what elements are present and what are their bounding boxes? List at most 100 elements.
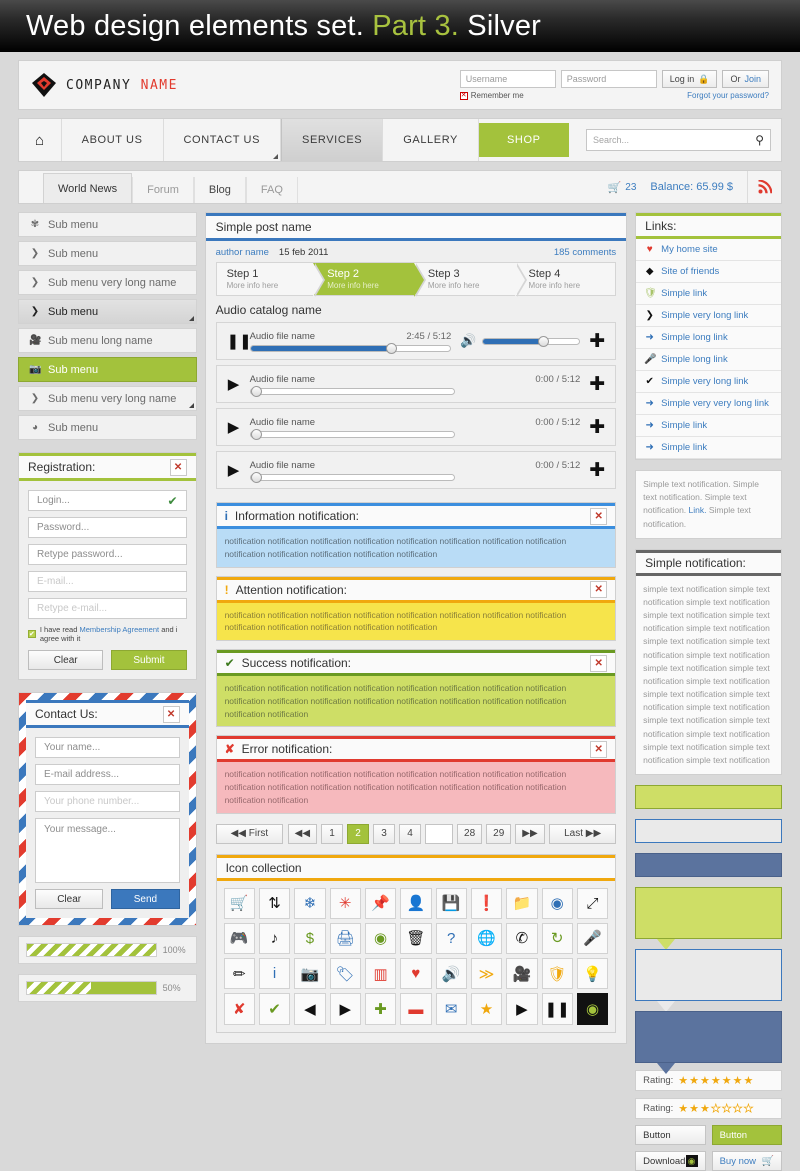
icon-cell[interactable]: i: [258, 958, 291, 990]
volume-slider[interactable]: [482, 335, 581, 347]
join-button[interactable]: Or Join: [722, 70, 769, 88]
icon-cell[interactable]: 🏷: [329, 958, 361, 990]
icon-cell[interactable]: 🎤: [576, 922, 609, 955]
retype-email-field[interactable]: Retype e-mail...: [28, 598, 187, 619]
search-input[interactable]: Search... ⚲: [586, 129, 771, 151]
add-icon[interactable]: ✚: [589, 418, 605, 437]
star-filled-icon[interactable]: ★: [700, 1074, 710, 1087]
icon-cell[interactable]: ▥: [364, 958, 397, 990]
sidebar-item-1[interactable]: ❯ Sub menu: [18, 241, 197, 266]
audio-seek-slider[interactable]: [249, 428, 455, 440]
icon-cell[interactable]: 👤: [400, 887, 432, 919]
membership-agreement-link[interactable]: Membership Agreement: [79, 625, 159, 634]
audio-seek-slider[interactable]: [249, 471, 455, 483]
tab-world-news[interactable]: World News: [43, 173, 133, 203]
icon-cell[interactable]: 🎮: [223, 922, 255, 955]
sidebar-item-7[interactable]: ◕ Sub menu: [18, 415, 197, 440]
green-button[interactable]: Button: [711, 1125, 783, 1146]
contact-send-button[interactable]: Send: [111, 889, 180, 909]
forgot-password-link[interactable]: Forgot your password?: [687, 91, 769, 100]
pagination-page-1[interactable]: 1: [321, 823, 344, 844]
rating-partial[interactable]: Rating: ★ ★ ★ ★ ★ ★ ★: [635, 1098, 782, 1120]
search-icon[interactable]: ⚲: [755, 133, 764, 147]
close-icon[interactable]: ✕: [590, 654, 608, 672]
icon-cell[interactable]: ≫: [470, 958, 503, 990]
pagination-page-2[interactable]: 2: [347, 823, 370, 844]
star-empty-icon[interactable]: ★: [732, 1102, 743, 1116]
icon-cell[interactable]: 🖨: [329, 922, 361, 955]
audio-seek-slider[interactable]: [249, 385, 455, 397]
volume-control[interactable]: 🔊: [460, 333, 581, 349]
icon-cell[interactable]: 📷: [294, 958, 326, 990]
close-icon[interactable]: ✕: [590, 740, 608, 758]
icon-cell[interactable]: ▶: [329, 993, 361, 1025]
post-author[interactable]: author name: [216, 247, 269, 258]
star-filled-icon[interactable]: ★: [689, 1074, 699, 1087]
username-input[interactable]: Username: [459, 70, 556, 88]
step-2[interactable]: Step 2 More info here: [313, 263, 426, 297]
link-item-5[interactable]: 🎤 Simple long link: [636, 349, 781, 371]
sidebar-item-4[interactable]: 🎥 Sub menu long name: [18, 328, 197, 353]
icon-cell[interactable]: ?: [435, 922, 467, 955]
star-filled-icon[interactable]: ★: [678, 1102, 688, 1115]
nav-item-gallery[interactable]: GALLERY: [383, 119, 479, 161]
link-item-7[interactable]: ➜ Simple very very long link: [636, 393, 781, 415]
registration-submit-button[interactable]: Submit: [111, 650, 187, 670]
pause-icon[interactable]: ❚❚: [227, 332, 252, 350]
icon-cell[interactable]: ◉: [541, 887, 573, 919]
remember-me-checkbox[interactable]: ✕ Remember me: [459, 91, 524, 100]
tab-blog[interactable]: Blog: [193, 177, 246, 203]
password-field[interactable]: Password...: [28, 517, 187, 538]
link-item-9[interactable]: ➜ Simple link: [636, 437, 781, 459]
star-rating-icons[interactable]: ★ ★ ★ ★ ★ ★ ★: [678, 1074, 753, 1087]
close-icon[interactable]: ✕: [169, 458, 187, 476]
icon-cell[interactable]: 🛒: [223, 887, 255, 919]
sidebar-item-0[interactable]: ✾ Sub menu: [18, 212, 197, 237]
sidebar-item-2[interactable]: ❯ Sub menu very long name: [18, 270, 197, 295]
pagination-page-29[interactable]: 29: [486, 823, 512, 844]
icon-cell[interactable]: ✘: [223, 993, 255, 1025]
icon-cell[interactable]: 🛡: [541, 958, 573, 990]
icon-cell[interactable]: ◉: [576, 993, 609, 1025]
download-button[interactable]: Download ◉: [635, 1151, 706, 1171]
icon-cell[interactable]: 🎥: [506, 958, 538, 990]
icon-cell[interactable]: 🔊: [435, 958, 467, 990]
contact-name-input[interactable]: Your name...: [35, 737, 180, 758]
icon-cell[interactable]: ★: [470, 993, 503, 1025]
close-icon[interactable]: ✕: [590, 581, 608, 598]
star-filled-icon[interactable]: ★: [678, 1074, 688, 1087]
contact-message-textarea[interactable]: Your message...: [35, 818, 180, 883]
link-item-2[interactable]: 🛡 Simple link: [636, 283, 781, 305]
agreement-checkbox[interactable]: ✔: [28, 630, 36, 638]
plain-button[interactable]: Button: [635, 1125, 706, 1146]
add-icon[interactable]: ✚: [589, 461, 605, 480]
pagination-first[interactable]: ◀◀ First: [215, 823, 284, 844]
icon-cell[interactable]: ✚: [364, 993, 397, 1025]
agreement-row[interactable]: ✔ I have read Membership Agreement and i…: [28, 625, 187, 643]
retype-password-field[interactable]: Retype password...: [28, 544, 187, 565]
icon-cell[interactable]: ↻: [541, 922, 573, 955]
close-icon[interactable]: ✕: [590, 507, 608, 525]
close-icon[interactable]: ✕: [162, 705, 180, 723]
play-icon[interactable]: ▶: [227, 375, 241, 393]
inline-link[interactable]: Link.: [689, 505, 707, 515]
star-empty-icon[interactable]: ★: [743, 1102, 754, 1116]
email-field[interactable]: E-mail...: [28, 571, 187, 592]
password-input[interactable]: Password: [560, 70, 657, 88]
step-1[interactable]: Step 1 More info here: [217, 263, 326, 297]
buy-now-button[interactable]: Buy now 🛒: [711, 1151, 783, 1171]
star-filled-icon[interactable]: ★: [733, 1074, 743, 1087]
icon-cell[interactable]: 📌: [364, 887, 397, 919]
link-item-6[interactable]: ✔ Simple very long link: [636, 371, 781, 393]
nav-item-about-us[interactable]: ABOUT US: [62, 119, 164, 161]
icon-cell[interactable]: ♥: [400, 958, 432, 990]
nav-item-services[interactable]: SERVICES: [281, 119, 384, 161]
step-3[interactable]: Step 3 More info here: [414, 263, 527, 297]
pagination-last[interactable]: Last ▶▶: [549, 823, 617, 844]
audio-seek-slider[interactable]: [249, 342, 452, 354]
sidebar-item-6[interactable]: ❯ Sub menu very long name: [18, 386, 197, 411]
link-item-3[interactable]: ❯ Simple very long link: [636, 305, 781, 327]
icon-cell[interactable]: ✳: [329, 887, 361, 919]
star-empty-icon[interactable]: ★: [721, 1102, 732, 1116]
star-empty-icon[interactable]: ★: [711, 1102, 722, 1116]
